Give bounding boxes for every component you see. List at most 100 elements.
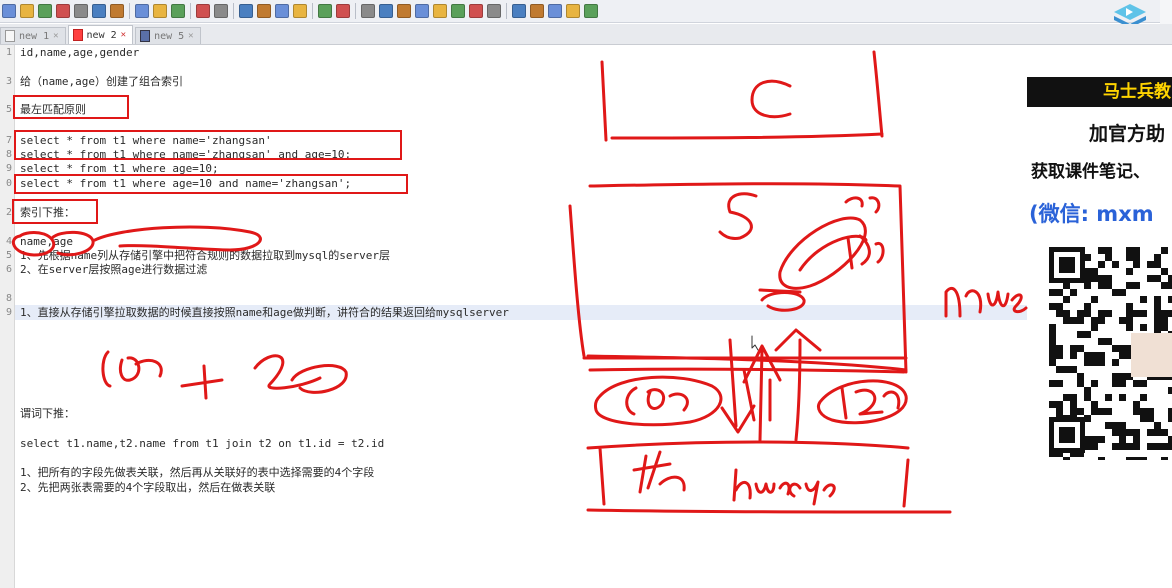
record-macro-icon[interactable] — [512, 4, 526, 18]
annotation-box — [12, 199, 98, 224]
copy-icon[interactable] — [153, 4, 167, 18]
indent-guide-icon[interactable] — [397, 4, 411, 18]
folder-workspace-icon[interactable] — [469, 4, 483, 18]
doc-map-icon[interactable] — [433, 4, 447, 18]
handwritten-text — [101, 350, 163, 388]
editor-line[interactable]: 1、把所有的字段先做表关联，然后再从关联好的表中选择需要的4个字段 — [20, 466, 374, 480]
promo-header: 马士兵教 — [1027, 77, 1172, 107]
annotation-box — [14, 174, 408, 194]
tab-new-1[interactable]: new 1 ✕ — [0, 27, 66, 44]
handwritten-arrow — [742, 344, 782, 442]
play-macro-icon[interactable] — [548, 4, 562, 18]
handwritten-text — [840, 386, 901, 420]
handwritten-arrow — [720, 338, 756, 434]
handwritten-scribble — [594, 375, 723, 427]
file-icon — [5, 30, 15, 42]
save-icon[interactable] — [38, 4, 52, 18]
cut-icon[interactable] — [135, 4, 149, 18]
line-number: 5 — [5, 250, 12, 261]
handwritten-text — [846, 234, 885, 270]
toolbar — [0, 0, 1172, 23]
word-wrap-icon[interactable] — [361, 4, 375, 18]
print-icon[interactable] — [110, 4, 124, 18]
line-number: 4 — [5, 236, 12, 247]
close-icon[interactable]: ✕ — [53, 31, 58, 41]
handwritten-text — [632, 450, 686, 494]
file-icon — [140, 30, 151, 42]
editor-line[interactable]: 2、先把两张表需要的4个字段取出，然后在做表关联 — [20, 481, 275, 495]
handwritten-box — [600, 50, 884, 142]
save-macro-icon[interactable] — [584, 4, 598, 18]
function-list-icon[interactable] — [451, 4, 465, 18]
editor-line[interactable]: select t1.name,t2.name from t1 join t2 o… — [20, 437, 384, 451]
handwritten-scribble — [93, 225, 262, 252]
find-icon[interactable] — [239, 4, 253, 18]
all-chars-icon[interactable] — [379, 4, 393, 18]
save-all-icon[interactable] — [56, 4, 70, 18]
zoom-in-icon[interactable] — [275, 4, 289, 18]
tab-label: new 2 — [86, 29, 117, 41]
handwritten-text — [844, 196, 881, 214]
line-number: 1 — [5, 47, 12, 58]
new-file-icon[interactable] — [2, 4, 16, 18]
line-number: 9 — [5, 163, 12, 174]
qr-code-icon — [1049, 247, 1172, 460]
handwritten-text — [180, 364, 224, 400]
handwritten-line — [588, 367, 906, 374]
close-all-icon[interactable] — [92, 4, 106, 18]
run-macro-multiple-icon[interactable] — [566, 4, 580, 18]
annotation-box — [14, 130, 402, 160]
sync-v-icon[interactable] — [318, 4, 332, 18]
stop-macro-icon[interactable] — [530, 4, 544, 18]
handwritten-scribble — [798, 234, 868, 272]
redo-icon[interactable] — [214, 4, 228, 18]
promo-line: 加官方助 — [1089, 123, 1166, 145]
monitor-icon[interactable] — [487, 4, 501, 18]
file-icon — [72, 29, 83, 41]
line-number: 9 — [5, 307, 12, 318]
toolbar-separator — [312, 3, 313, 19]
replace-icon[interactable] — [257, 4, 271, 18]
editor-line[interactable]: 2、在server层按照age进行数据过滤 — [20, 263, 207, 277]
line-number: 0 — [5, 178, 12, 189]
tab-new-5[interactable]: new 5 ✕ — [135, 27, 201, 44]
close-icon[interactable]: ✕ — [188, 31, 193, 41]
line-number: 8 — [5, 293, 12, 304]
handwritten-arrow — [742, 368, 772, 422]
annotation-box — [13, 95, 129, 119]
close-icon[interactable]: ✕ — [121, 30, 126, 40]
tab-new-2[interactable]: new 2 ✕ — [67, 25, 134, 44]
editor-line[interactable]: 给（name,age）创建了组合索引 — [20, 75, 183, 89]
editor-line[interactable]: 谓词下推： — [20, 407, 75, 421]
open-file-icon[interactable] — [20, 4, 34, 18]
line-number: 5 — [5, 104, 12, 115]
editor-line[interactable]: 1、先根据name列从存储引擎中把符合规则的数据拉取到mysql的server层 — [20, 249, 390, 263]
sync-h-icon[interactable] — [336, 4, 350, 18]
mouse-cursor-icon — [751, 335, 759, 351]
promo-line: 获取课件笔记、 — [1031, 162, 1150, 182]
udl-icon[interactable] — [415, 4, 429, 18]
paste-icon[interactable] — [171, 4, 185, 18]
handwritten-text — [625, 386, 689, 416]
editor-line[interactable]: 1、直接从存储引擎拉取数据的时候直接按照name和age做判断，讲符合的结果返回… — [20, 306, 509, 320]
tab-label: new 1 — [19, 30, 50, 42]
zoom-out-icon[interactable] — [293, 4, 307, 18]
promo-panel: 马士兵教 加官方助 获取课件笔记、 (微信: mxm — [1027, 77, 1172, 472]
line-number: 8 — [5, 149, 12, 160]
line-number: 6 — [5, 264, 12, 275]
tab-bar: new 1 ✕ new 2 ✕ new 5 ✕ — [0, 24, 1172, 45]
handwritten-box — [586, 440, 952, 514]
editor-line[interactable]: name,age — [20, 235, 73, 249]
close-icon[interactable] — [74, 4, 88, 18]
toolbar-separator — [355, 3, 356, 19]
toolbar-separator — [190, 3, 191, 19]
editor-line[interactable]: id,name,age,gender — [20, 46, 139, 60]
toolbar-separator — [233, 3, 234, 19]
toolbar-separator — [129, 3, 130, 19]
handwritten-text — [253, 354, 348, 394]
promo-wechat: (微信: mxm — [1029, 202, 1154, 226]
undo-icon[interactable] — [196, 4, 210, 18]
handwritten-arrow — [774, 328, 822, 442]
handwritten-scribble — [778, 216, 867, 290]
toolbar-separator — [506, 3, 507, 19]
